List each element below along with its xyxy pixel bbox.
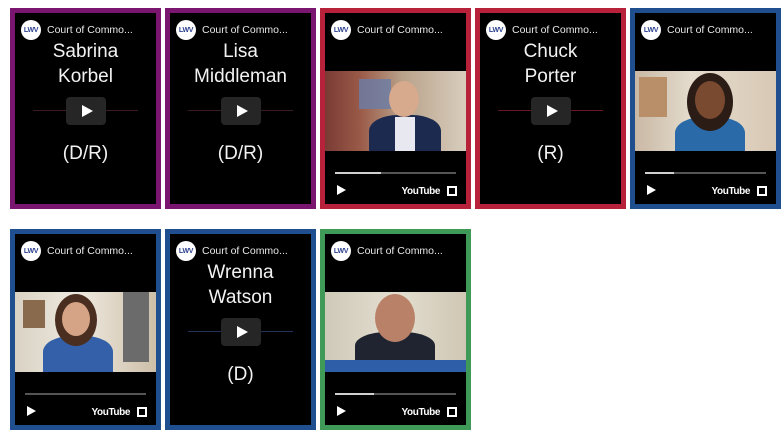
channel-title[interactable]: Court of Commo... (202, 245, 288, 257)
card-header: LWV Court of Commo... (641, 19, 772, 41)
card-header: LWV Court of Commo... (176, 19, 307, 41)
video-card-6[interactable]: LWV Court of Commo... YouTube (10, 229, 161, 430)
party-label: (R) (537, 143, 564, 164)
youtube-logo[interactable]: YouTube (712, 186, 751, 197)
seek-bar[interactable] (25, 393, 146, 395)
video-card-8[interactable]: LWV Court of Commo... YouTube (320, 229, 471, 430)
card-header: LWV Court of Commo... (331, 19, 462, 41)
party-label: (D/R) (62, 143, 109, 164)
video-thumbnail[interactable] (15, 292, 156, 372)
video-thumbnail[interactable] (325, 292, 466, 372)
play-icon[interactable] (337, 185, 346, 195)
video-card-5[interactable]: LWV Court of Commo... YouTube (630, 8, 781, 209)
play-button[interactable] (65, 97, 106, 125)
channel-logo-icon[interactable]: LWV (331, 20, 351, 40)
play-button[interactable] (530, 97, 571, 125)
card-header: LWV Court of Commo... (21, 19, 152, 41)
player-controls: YouTube (325, 164, 466, 204)
channel-title[interactable]: Court of Commo... (47, 245, 133, 257)
candidate-name: Wrenna Watson (207, 262, 274, 308)
fullscreen-icon[interactable] (447, 407, 457, 417)
play-icon[interactable] (337, 406, 346, 416)
channel-logo-icon[interactable]: LWV (641, 20, 661, 40)
channel-logo-icon[interactable]: LWV (486, 20, 506, 40)
party-label: (D/R) (217, 143, 264, 164)
channel-title[interactable]: Court of Commo... (357, 24, 443, 36)
candidate-name: Lisa Middleman (194, 41, 287, 87)
play-icon[interactable] (647, 185, 656, 195)
video-card-chuck-porter[interactable]: LWV Court of Commo... Chuck Porter (R) (475, 8, 626, 209)
player-controls: YouTube (325, 385, 466, 425)
video-thumbnail[interactable] (325, 71, 466, 151)
video-card-lisa-middleman[interactable]: LWV Court of Commo... Lisa Middleman (D/… (165, 8, 316, 209)
party-label: (D) (227, 364, 254, 385)
channel-title[interactable]: Court of Commo... (202, 24, 288, 36)
fullscreen-icon[interactable] (447, 186, 457, 196)
video-card-3[interactable]: LWV Court of Commo... YouTube (320, 8, 471, 209)
channel-logo-icon[interactable]: LWV (21, 20, 41, 40)
card-header: LWV Court of Commo... (331, 240, 462, 262)
fullscreen-icon[interactable] (757, 186, 767, 196)
channel-logo-icon[interactable]: LWV (176, 241, 196, 261)
candidate-name: Chuck Porter (523, 41, 578, 87)
seek-bar[interactable] (335, 172, 456, 174)
seek-bar[interactable] (335, 393, 456, 395)
player-controls: YouTube (15, 385, 156, 425)
player-controls: YouTube (635, 164, 776, 204)
video-card-sabrina-korbel[interactable]: LWV Court of Commo... Sabrina Korbel (D/… (10, 8, 161, 209)
youtube-logo[interactable]: YouTube (402, 407, 441, 418)
channel-logo-icon[interactable]: LWV (331, 241, 351, 261)
card-header: LWV Court of Commo... (21, 240, 152, 262)
play-icon[interactable] (27, 406, 36, 416)
channel-title[interactable]: Court of Commo... (357, 245, 443, 257)
seek-bar[interactable] (645, 172, 766, 174)
fullscreen-icon[interactable] (137, 407, 147, 417)
youtube-logo[interactable]: YouTube (402, 186, 441, 197)
card-header: LWV Court of Commo... (176, 240, 307, 262)
channel-title[interactable]: Court of Commo... (47, 24, 133, 36)
play-button[interactable] (220, 318, 261, 346)
candidate-name: Sabrina Korbel (52, 41, 119, 87)
channel-title[interactable]: Court of Commo... (512, 24, 598, 36)
video-card-wrenna-watson[interactable]: LWV Court of Commo... Wrenna Watson (D) (165, 229, 316, 430)
card-header: LWV Court of Commo... (486, 19, 617, 41)
video-thumbnail[interactable] (635, 71, 776, 151)
channel-title[interactable]: Court of Commo... (667, 24, 753, 36)
play-button[interactable] (220, 97, 261, 125)
youtube-logo[interactable]: YouTube (92, 407, 131, 418)
channel-logo-icon[interactable]: LWV (176, 20, 196, 40)
channel-logo-icon[interactable]: LWV (21, 241, 41, 261)
